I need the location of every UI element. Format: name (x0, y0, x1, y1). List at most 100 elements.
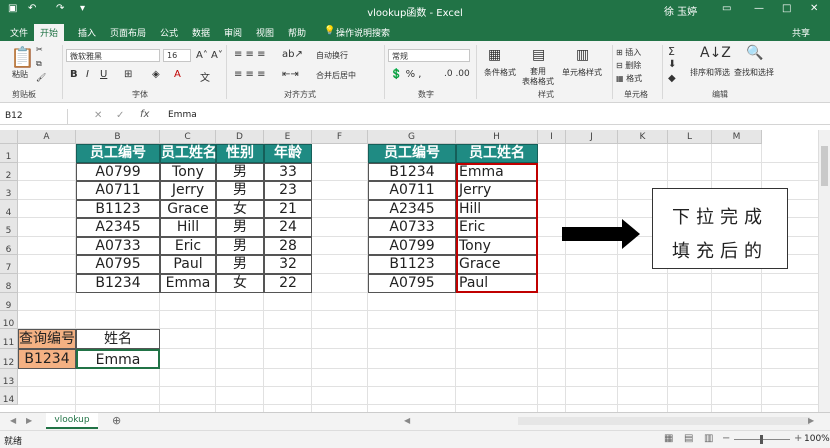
table2-cell[interactable]: A2345 (368, 200, 456, 218)
format-painter-icon[interactable]: 🖌 (36, 73, 46, 82)
table1-cell[interactable]: A0799 (76, 163, 160, 181)
table1-cell[interactable]: B1123 (76, 200, 160, 218)
row-header-1[interactable]: 1 (0, 144, 18, 163)
share-button[interactable]: 共享 (786, 24, 816, 41)
table1-header[interactable]: 员工编号 (76, 144, 160, 163)
paste-button[interactable]: 粘贴 (12, 69, 28, 80)
table1-cell[interactable]: B1234 (76, 274, 160, 293)
lookup-label-name[interactable]: 姓名 (76, 329, 160, 349)
underline-button[interactable]: U (100, 69, 107, 80)
conditional-format-button[interactable]: 条件格式 (484, 67, 516, 78)
column-header-L[interactable]: L (668, 130, 712, 144)
table1-cell[interactable]: 女 (216, 200, 264, 218)
orientation-icon[interactable]: ab↗ (282, 49, 303, 60)
table1-header[interactable]: 年龄 (264, 144, 312, 163)
tab-page-layout[interactable]: 页面布局 (104, 24, 152, 41)
minimize-icon[interactable]: — (754, 3, 764, 14)
column-header-E[interactable]: E (264, 130, 312, 144)
hscroll-right-icon[interactable]: ▶ (808, 416, 814, 425)
formula-input[interactable]: Emma (168, 110, 197, 120)
table1-cell[interactable]: A0733 (76, 237, 160, 255)
merge-center-button[interactable]: 合并后居中 (316, 70, 356, 81)
table1-cell[interactable]: Hill (160, 218, 216, 237)
table1-cell[interactable]: 女 (216, 274, 264, 293)
autosum-icon[interactable]: Σ (668, 45, 675, 58)
add-sheet-icon[interactable]: ⊕ (112, 414, 121, 427)
row-header-11[interactable]: 11 (0, 329, 18, 349)
lookup-id-cell[interactable]: B1234 (18, 349, 76, 369)
ribbon-display-icon[interactable]: ▭ (722, 3, 731, 14)
sort-filter-icon[interactable]: A↓Z (700, 45, 731, 61)
column-header-G[interactable]: G (368, 130, 456, 144)
phonetic-icon[interactable]: 文 (200, 69, 210, 84)
table1-cell[interactable]: Grace (160, 200, 216, 218)
lookup-label-id[interactable]: 查询编号 (18, 329, 76, 349)
row-header-2[interactable]: 2 (0, 163, 18, 181)
indent-icon[interactable]: ⇤⇥ (282, 69, 299, 80)
table1-cell[interactable]: Jerry (160, 181, 216, 200)
column-header-D[interactable]: D (216, 130, 264, 144)
close-icon[interactable]: ✕ (810, 3, 818, 14)
font-color-icon[interactable]: A (174, 69, 181, 80)
row-header-12[interactable]: 12 (0, 349, 18, 369)
column-header-B[interactable]: B (76, 130, 160, 144)
tab-view[interactable]: 视图 (250, 24, 280, 41)
row-header-3[interactable]: 3 (0, 181, 18, 200)
table2-cell[interactable]: A0733 (368, 218, 456, 237)
format-cells-button[interactable]: ▦ 格式 (616, 73, 642, 84)
paste-icon[interactable]: 📋 (10, 45, 35, 69)
copy-icon[interactable]: ⧉ (36, 59, 42, 69)
decimal-icon[interactable]: .0 .00 (444, 69, 470, 79)
table1-cell[interactable]: Emma (160, 274, 216, 293)
tab-formulas[interactable]: 公式 (154, 24, 184, 41)
table1-cell[interactable]: A2345 (76, 218, 160, 237)
table1-cell[interactable]: 男 (216, 218, 264, 237)
column-header-K[interactable]: K (618, 130, 668, 144)
maximize-icon[interactable]: □ (782, 3, 791, 14)
column-header-F[interactable]: F (312, 130, 368, 144)
hscroll-left-icon[interactable]: ◀ (404, 416, 410, 425)
table1-cell[interactable]: 23 (264, 181, 312, 200)
row-header-6[interactable]: 6 (0, 237, 18, 255)
format-table-icon[interactable]: ▤ (532, 47, 545, 63)
sheet-tab-vlookup[interactable]: vlookup (46, 413, 98, 429)
table1-cell[interactable]: 24 (264, 218, 312, 237)
find-select-icon[interactable]: 🔍 (746, 45, 763, 61)
tab-file[interactable]: 文件 (4, 24, 34, 41)
table2-cell[interactable]: B1123 (368, 255, 456, 274)
bold-button[interactable]: B (70, 69, 78, 80)
row-header-14[interactable]: 14 (0, 387, 18, 405)
table1-cell[interactable]: Eric (160, 237, 216, 255)
table2-header[interactable]: 员工姓名 (456, 144, 538, 163)
tab-data[interactable]: 数据 (186, 24, 216, 41)
user-name[interactable]: 徐 玉婷 (664, 3, 697, 18)
sheet-prev-icon[interactable]: ◀ (10, 416, 16, 425)
column-header-I[interactable]: I (538, 130, 566, 144)
fill-icon[interactable]: ⬇ (668, 59, 676, 70)
sort-filter-button[interactable]: 排序和筛选 (690, 67, 730, 78)
tab-help[interactable]: 帮助 (282, 24, 312, 41)
conditional-format-icon[interactable]: ▦ (488, 47, 501, 63)
table1-cell[interactable]: 33 (264, 163, 312, 181)
delete-cells-button[interactable]: ⊟ 删除 (616, 60, 641, 71)
table2-header[interactable]: 员工编号 (368, 144, 456, 163)
zoom-out-icon[interactable]: − (722, 433, 730, 444)
table1-cell[interactable]: 男 (216, 255, 264, 274)
row-header-13[interactable]: 13 (0, 369, 18, 387)
column-header-H[interactable]: H (456, 130, 538, 144)
table1-header[interactable]: 性别 (216, 144, 264, 163)
select-all-corner[interactable] (0, 130, 18, 144)
cut-icon[interactable]: ✂ (36, 45, 43, 54)
sheet-next-icon[interactable]: ▶ (26, 416, 32, 425)
row-header-10[interactable]: 10 (0, 311, 18, 329)
lookup-result-cell[interactable]: Emma (76, 349, 160, 369)
row-header-8[interactable]: 8 (0, 274, 18, 293)
format-table-button[interactable]: 套用 表格格式 (522, 67, 554, 87)
worksheet-grid[interactable]: A B C D E F G H I J K L M 1 2 3 4 5 6 7 8 9 10 11 12 13 14 员工编号 员工姓名… (0, 130, 818, 412)
tab-insert[interactable]: 插入 (72, 24, 102, 41)
align-left-icon[interactable]: ≡ ≡ ≡ (234, 69, 266, 80)
insert-function-icon[interactable]: fx (140, 109, 149, 120)
table1-cell[interactable]: A0711 (76, 181, 160, 200)
column-header-M[interactable]: M (712, 130, 762, 144)
table2-cell[interactable]: A0795 (368, 274, 456, 293)
